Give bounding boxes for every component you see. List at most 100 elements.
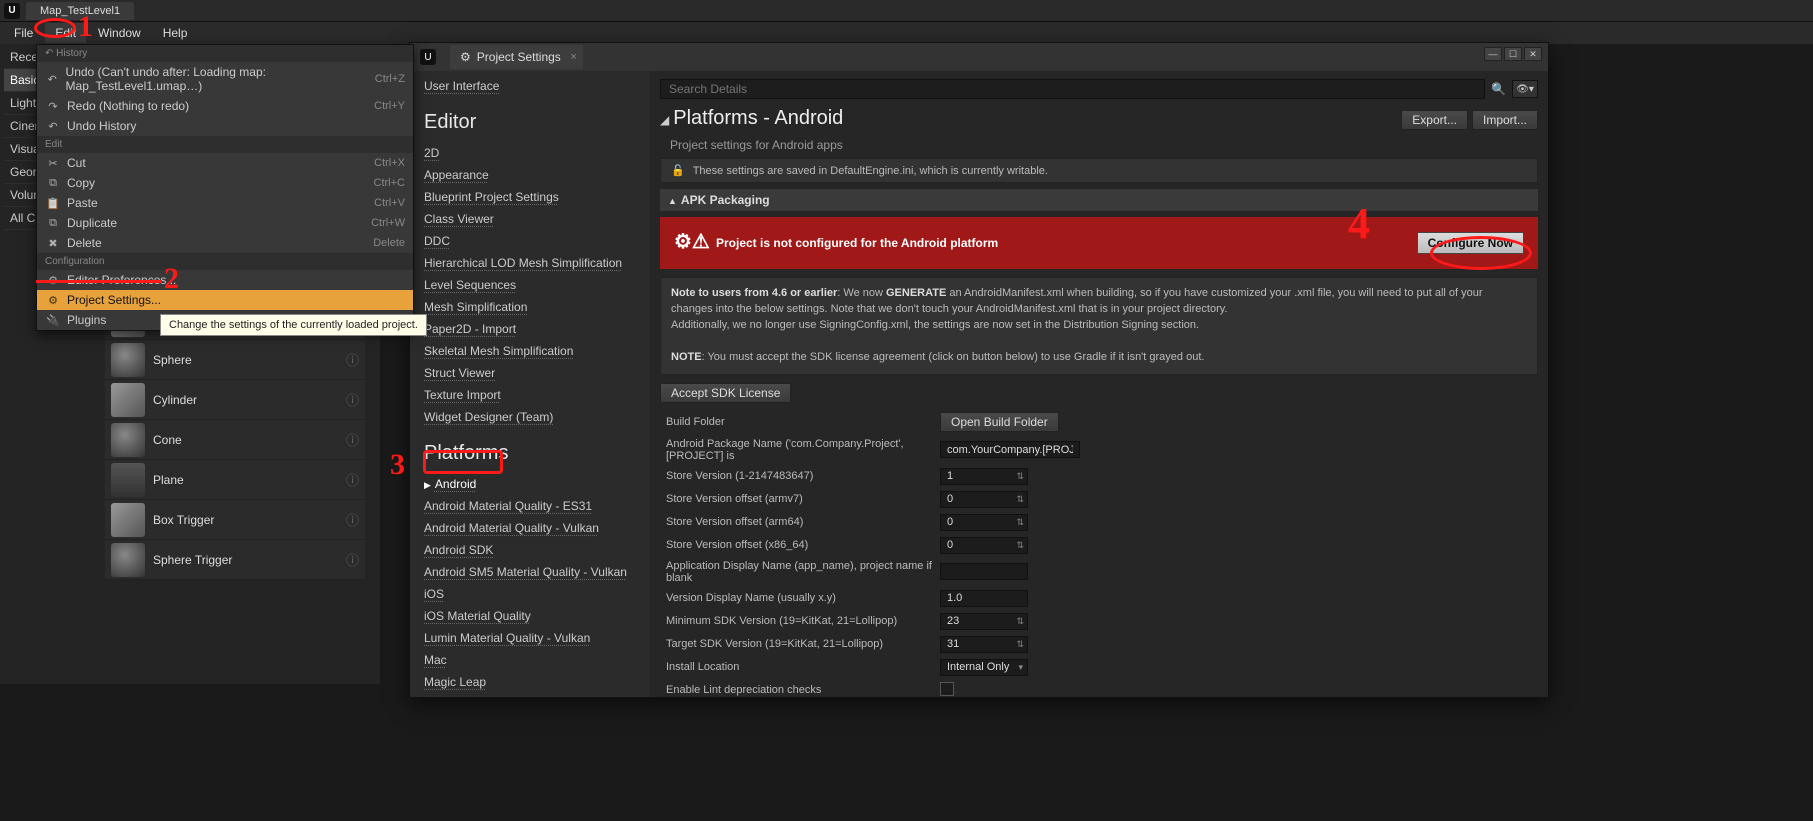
ps-tab[interactable]: ⚙ Project Settings × bbox=[450, 45, 583, 69]
box-trigger-icon bbox=[111, 503, 145, 537]
nav-android-vulkan[interactable]: Android Material Quality - Vulkan bbox=[424, 517, 636, 539]
nav-level-sequences[interactable]: Level Sequences bbox=[424, 274, 636, 296]
nav-user-interface[interactable]: User Interface bbox=[424, 75, 636, 97]
nav-class-viewer[interactable]: Class Viewer bbox=[424, 208, 636, 230]
search-icon[interactable]: 🔍 bbox=[1491, 82, 1506, 96]
view-options-button[interactable]: 👁▾ bbox=[1512, 80, 1538, 98]
nav-android-sdk[interactable]: Android SDK bbox=[424, 539, 636, 561]
copy-icon: ⧉ bbox=[45, 177, 61, 190]
actor-row[interactable]: Coneⓘ bbox=[105, 420, 365, 460]
x86-offset-input[interactable]: 0 bbox=[940, 537, 1028, 554]
nav-lumin[interactable]: Lumin Material Quality - Vulkan bbox=[424, 627, 636, 649]
collapse-icon[interactable]: ◢ bbox=[660, 113, 669, 127]
nav-2d[interactable]: 2D bbox=[424, 142, 636, 164]
arm64-offset-input[interactable]: 0 bbox=[940, 514, 1028, 531]
annotation-underline-2 bbox=[36, 280, 162, 283]
armv7-offset-input[interactable]: 0 bbox=[940, 491, 1028, 508]
target-sdk-input[interactable]: 31 bbox=[940, 636, 1028, 653]
shortcut: Ctrl+C bbox=[374, 177, 405, 189]
maximize-button[interactable]: ☐ bbox=[1504, 47, 1522, 61]
dd-header-config: Configuration bbox=[37, 253, 413, 270]
level-tab[interactable]: Map_TestLevel1 bbox=[26, 2, 134, 20]
info-icon[interactable]: ⓘ bbox=[346, 510, 359, 529]
nav-struct-viewer[interactable]: Struct Viewer bbox=[424, 362, 636, 384]
plane-icon bbox=[111, 463, 145, 497]
actor-row[interactable]: Cylinderⓘ bbox=[105, 380, 365, 420]
nav-magic-leap[interactable]: Magic Leap bbox=[424, 671, 636, 693]
open-build-folder-button[interactable]: Open Build Folder bbox=[940, 412, 1059, 432]
nav-android[interactable]: ▶Android bbox=[424, 473, 636, 495]
menu-redo[interactable]: ↷Redo (Nothing to redo)Ctrl+Y bbox=[37, 96, 413, 116]
menu-help[interactable]: Help bbox=[153, 23, 198, 43]
minimize-button[interactable]: — bbox=[1484, 47, 1502, 61]
nav-ddc[interactable]: DDC bbox=[424, 230, 636, 252]
accept-sdk-button[interactable]: Accept SDK License bbox=[660, 383, 791, 403]
menu-copy[interactable]: ⧉ Copy Ctrl+C bbox=[37, 173, 413, 193]
app-display-name-input[interactable] bbox=[940, 563, 1028, 580]
nav-blueprint-project[interactable]: Blueprint Project Settings bbox=[424, 186, 636, 208]
actor-row[interactable]: Sphere Triggerⓘ bbox=[105, 540, 365, 580]
ps-titlebar: U ⚙ Project Settings × — ☐ ✕ bbox=[410, 43, 1548, 71]
info-icon[interactable]: ⓘ bbox=[346, 470, 359, 489]
nav-ios[interactable]: iOS bbox=[424, 583, 636, 605]
info-icon[interactable]: ⓘ bbox=[346, 550, 359, 569]
nav-android-sm5[interactable]: Android SM5 Material Quality - Vulkan bbox=[424, 561, 636, 583]
actor-label: Plane bbox=[153, 473, 346, 487]
menu-paste[interactable]: 📋PasteCtrl+V bbox=[37, 193, 413, 213]
info-icon[interactable]: ⓘ bbox=[346, 390, 359, 409]
actor-row[interactable]: Sphereⓘ bbox=[105, 340, 365, 380]
menu-window[interactable]: Window bbox=[88, 23, 151, 43]
nav-widget-designer[interactable]: Widget Designer (Team) bbox=[424, 406, 636, 428]
actors-list: Cubeⓘ Sphereⓘ Cylinderⓘ Coneⓘ Planeⓘ Box… bbox=[105, 300, 365, 580]
sphere-trigger-icon bbox=[111, 543, 145, 577]
menu-duplicate[interactable]: ⧉DuplicateCtrl+W bbox=[37, 213, 413, 233]
lint-checkbox[interactable] bbox=[940, 682, 954, 696]
nav-appearance[interactable]: Appearance bbox=[424, 164, 636, 186]
menu-undo-history[interactable]: ↶Undo History bbox=[37, 116, 413, 136]
nav-mac[interactable]: Mac bbox=[424, 649, 636, 671]
prop-label: Target SDK Version (19=KitKat, 21=Lollip… bbox=[660, 638, 940, 650]
info-icon[interactable]: ⓘ bbox=[346, 430, 359, 449]
package-name-input[interactable] bbox=[940, 441, 1080, 458]
menu-cut[interactable]: ✂CutCtrl+X bbox=[37, 153, 413, 173]
menu-label: Paste bbox=[67, 196, 98, 210]
nav-magic-leap-sdk[interactable]: Magic Leap SDK bbox=[424, 693, 636, 697]
store-version-input[interactable]: 1 bbox=[940, 468, 1028, 485]
ps-nav[interactable]: User Interface Editor 2D Appearance Blue… bbox=[410, 71, 650, 697]
nav-ios-material[interactable]: iOS Material Quality bbox=[424, 605, 636, 627]
actor-row[interactable]: Box Triggerⓘ bbox=[105, 500, 365, 540]
page-title: Platforms - Android bbox=[673, 107, 843, 130]
menu-edit[interactable]: Edit bbox=[45, 23, 86, 43]
nav-hlod[interactable]: Hierarchical LOD Mesh Simplification bbox=[424, 252, 636, 274]
menu-file[interactable]: File bbox=[4, 23, 43, 43]
min-sdk-input[interactable]: 23 bbox=[940, 613, 1028, 630]
section-apk-packaging[interactable]: ▲APK Packaging bbox=[660, 189, 1538, 211]
dd-header-edit: Edit bbox=[37, 136, 413, 153]
menu-delete[interactable]: ✖DeleteDelete bbox=[37, 233, 413, 253]
tooltip: Change the settings of the currently loa… bbox=[160, 314, 427, 336]
unlock-icon: 🔓 bbox=[671, 164, 685, 177]
configure-now-button[interactable]: Configure Now bbox=[1417, 232, 1524, 254]
export-button[interactable]: Export... bbox=[1401, 110, 1468, 130]
nav-mesh-simpl[interactable]: Mesh Simplification bbox=[424, 296, 636, 318]
actor-row[interactable]: Planeⓘ bbox=[105, 460, 365, 500]
nav-android-es31[interactable]: Android Material Quality - ES31 bbox=[424, 495, 636, 517]
info-icon[interactable]: ⓘ bbox=[346, 350, 359, 369]
menu-label: Copy bbox=[67, 176, 95, 190]
menu-undo[interactable]: ↶Undo (Can't undo after: Loading map: Ma… bbox=[37, 62, 413, 96]
triangle-down-icon: ▲ bbox=[668, 196, 677, 206]
nav-texture-import[interactable]: Texture Import bbox=[424, 384, 636, 406]
nav-skelmesh[interactable]: Skeletal Mesh Simplification bbox=[424, 340, 636, 362]
search-details-input[interactable] bbox=[660, 79, 1485, 99]
install-location-select[interactable]: Internal Only bbox=[940, 659, 1028, 676]
prop-label: Build Folder bbox=[660, 416, 940, 428]
import-button[interactable]: Import... bbox=[1472, 110, 1538, 130]
close-button[interactable]: ✕ bbox=[1524, 47, 1542, 61]
close-icon[interactable]: × bbox=[570, 51, 576, 63]
menu-label: Delete bbox=[67, 236, 102, 250]
nav-paper2d[interactable]: Paper2D - Import bbox=[424, 318, 636, 340]
menu-label: Duplicate bbox=[67, 216, 117, 230]
menu-project-settings[interactable]: ⚙Project Settings... bbox=[37, 290, 413, 310]
version-display-input[interactable] bbox=[940, 590, 1028, 607]
actor-label: Cylinder bbox=[153, 393, 346, 407]
